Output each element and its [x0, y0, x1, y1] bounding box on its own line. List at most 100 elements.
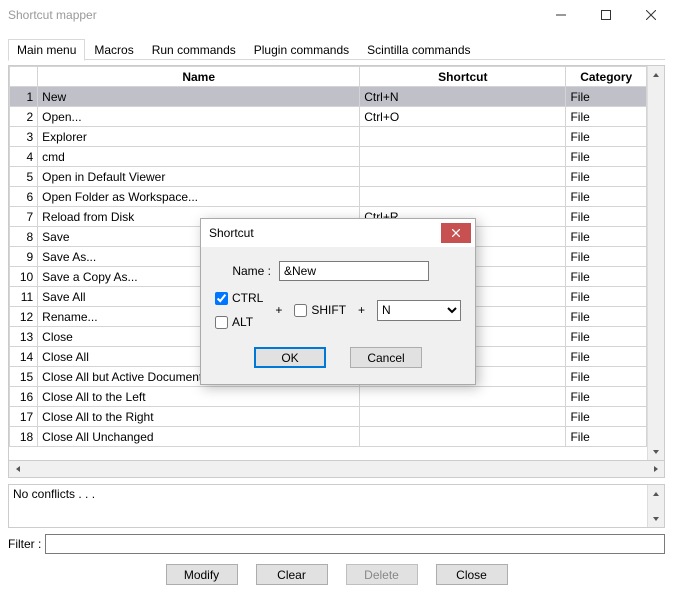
row-number[interactable]: 5	[10, 167, 38, 187]
row-number[interactable]: 18	[10, 427, 38, 447]
row-number[interactable]: 2	[10, 107, 38, 127]
cell-category[interactable]: File	[566, 167, 647, 187]
scroll-down-icon[interactable]	[648, 510, 664, 527]
alt-checkbox-label[interactable]: ALT	[215, 315, 263, 329]
scroll-up-icon[interactable]	[648, 485, 664, 502]
ok-button[interactable]: OK	[254, 347, 326, 368]
cell-shortcut[interactable]	[360, 387, 566, 407]
table-row[interactable]: 1NewCtrl+NFile	[10, 87, 647, 107]
row-number[interactable]: 9	[10, 247, 38, 267]
maximize-button[interactable]	[583, 0, 628, 30]
shift-checkbox-label[interactable]: SHIFT	[294, 303, 346, 317]
table-row[interactable]: 17Close All to the Right File	[10, 407, 647, 427]
name-field[interactable]	[279, 261, 429, 281]
cell-shortcut[interactable]	[360, 127, 566, 147]
header-shortcut[interactable]: Shortcut	[360, 67, 566, 87]
cell-shortcut[interactable]: Ctrl+O	[360, 107, 566, 127]
scroll-left-icon[interactable]	[9, 461, 26, 478]
key-select[interactable]: N	[377, 300, 461, 321]
cell-name[interactable]: Close All to the Left	[38, 387, 360, 407]
cell-category[interactable]: File	[566, 427, 647, 447]
clear-button[interactable]: Clear	[256, 564, 328, 585]
cell-shortcut[interactable]	[360, 187, 566, 207]
header-rownum[interactable]	[10, 67, 38, 87]
row-number[interactable]: 7	[10, 207, 38, 227]
vertical-scrollbar[interactable]	[647, 66, 664, 460]
cell-category[interactable]: File	[566, 127, 647, 147]
cell-shortcut[interactable]	[360, 407, 566, 427]
cell-category[interactable]: File	[566, 207, 647, 227]
cell-shortcut[interactable]: Ctrl+N	[360, 87, 566, 107]
filter-input[interactable]	[45, 534, 665, 554]
row-number[interactable]: 14	[10, 347, 38, 367]
cell-category[interactable]: File	[566, 367, 647, 387]
conflicts-scrollbar[interactable]	[647, 485, 664, 527]
row-number[interactable]: 1	[10, 87, 38, 107]
cell-category[interactable]: File	[566, 147, 647, 167]
dialog-close-button[interactable]	[441, 223, 471, 243]
cell-name[interactable]: Close All Unchanged	[38, 427, 360, 447]
tab-scintilla-commands[interactable]: Scintilla commands	[358, 39, 479, 61]
cell-category[interactable]: File	[566, 307, 647, 327]
tab-macros[interactable]: Macros	[85, 39, 142, 61]
table-row[interactable]: 18Close All Unchanged File	[10, 427, 647, 447]
row-number[interactable]: 10	[10, 267, 38, 287]
cell-name[interactable]: Explorer	[38, 127, 360, 147]
row-number[interactable]: 6	[10, 187, 38, 207]
cell-category[interactable]: File	[566, 267, 647, 287]
dialog-titlebar[interactable]: Shortcut	[201, 219, 475, 247]
cell-category[interactable]: File	[566, 187, 647, 207]
row-number[interactable]: 13	[10, 327, 38, 347]
cell-category[interactable]: File	[566, 107, 647, 127]
row-number[interactable]: 8	[10, 227, 38, 247]
cell-name[interactable]: cmd	[38, 147, 360, 167]
cell-name[interactable]: Close All to the Right	[38, 407, 360, 427]
scroll-down-icon[interactable]	[648, 443, 664, 460]
modify-button[interactable]: Modify	[166, 564, 238, 585]
cell-shortcut[interactable]	[360, 427, 566, 447]
table-row[interactable]: 3Explorer File	[10, 127, 647, 147]
header-category[interactable]: Category	[566, 67, 647, 87]
horizontal-scrollbar[interactable]	[8, 461, 665, 478]
cell-shortcut[interactable]	[360, 147, 566, 167]
cell-name[interactable]: Open Folder as Workspace...	[38, 187, 360, 207]
table-row[interactable]: 16Close All to the Left File	[10, 387, 647, 407]
close-button[interactable]: Close	[436, 564, 508, 585]
cell-category[interactable]: File	[566, 347, 647, 367]
row-number[interactable]: 11	[10, 287, 38, 307]
cell-name[interactable]: Open in Default Viewer	[38, 167, 360, 187]
row-number[interactable]: 17	[10, 407, 38, 427]
table-row[interactable]: 4cmd File	[10, 147, 647, 167]
cell-category[interactable]: File	[566, 287, 647, 307]
header-name[interactable]: Name	[38, 67, 360, 87]
shift-checkbox[interactable]	[294, 304, 307, 317]
cell-category[interactable]: File	[566, 87, 647, 107]
ctrl-checkbox[interactable]	[215, 292, 228, 305]
row-number[interactable]: 16	[10, 387, 38, 407]
close-window-button[interactable]	[628, 0, 673, 30]
row-number[interactable]: 3	[10, 127, 38, 147]
scroll-right-icon[interactable]	[647, 461, 664, 478]
row-number[interactable]: 15	[10, 367, 38, 387]
ctrl-checkbox-label[interactable]: CTRL	[215, 291, 263, 305]
cancel-button[interactable]: Cancel	[350, 347, 422, 368]
table-row[interactable]: 6Open Folder as Workspace... File	[10, 187, 647, 207]
cell-name[interactable]: Open...	[38, 107, 360, 127]
table-row[interactable]: 2Open...Ctrl+OFile	[10, 107, 647, 127]
tab-run-commands[interactable]: Run commands	[143, 39, 245, 61]
tab-main-menu[interactable]: Main menu	[8, 39, 85, 61]
scroll-up-icon[interactable]	[648, 66, 664, 83]
minimize-button[interactable]	[538, 0, 583, 30]
table-row[interactable]: 5Open in Default Viewer File	[10, 167, 647, 187]
cell-category[interactable]: File	[566, 407, 647, 427]
cell-category[interactable]: File	[566, 387, 647, 407]
cell-category[interactable]: File	[566, 327, 647, 347]
cell-category[interactable]: File	[566, 247, 647, 267]
cell-name[interactable]: New	[38, 87, 360, 107]
alt-checkbox[interactable]	[215, 316, 228, 329]
cell-category[interactable]: File	[566, 227, 647, 247]
row-number[interactable]: 4	[10, 147, 38, 167]
row-number[interactable]: 12	[10, 307, 38, 327]
cell-shortcut[interactable]	[360, 167, 566, 187]
tab-plugin-commands[interactable]: Plugin commands	[245, 39, 358, 61]
